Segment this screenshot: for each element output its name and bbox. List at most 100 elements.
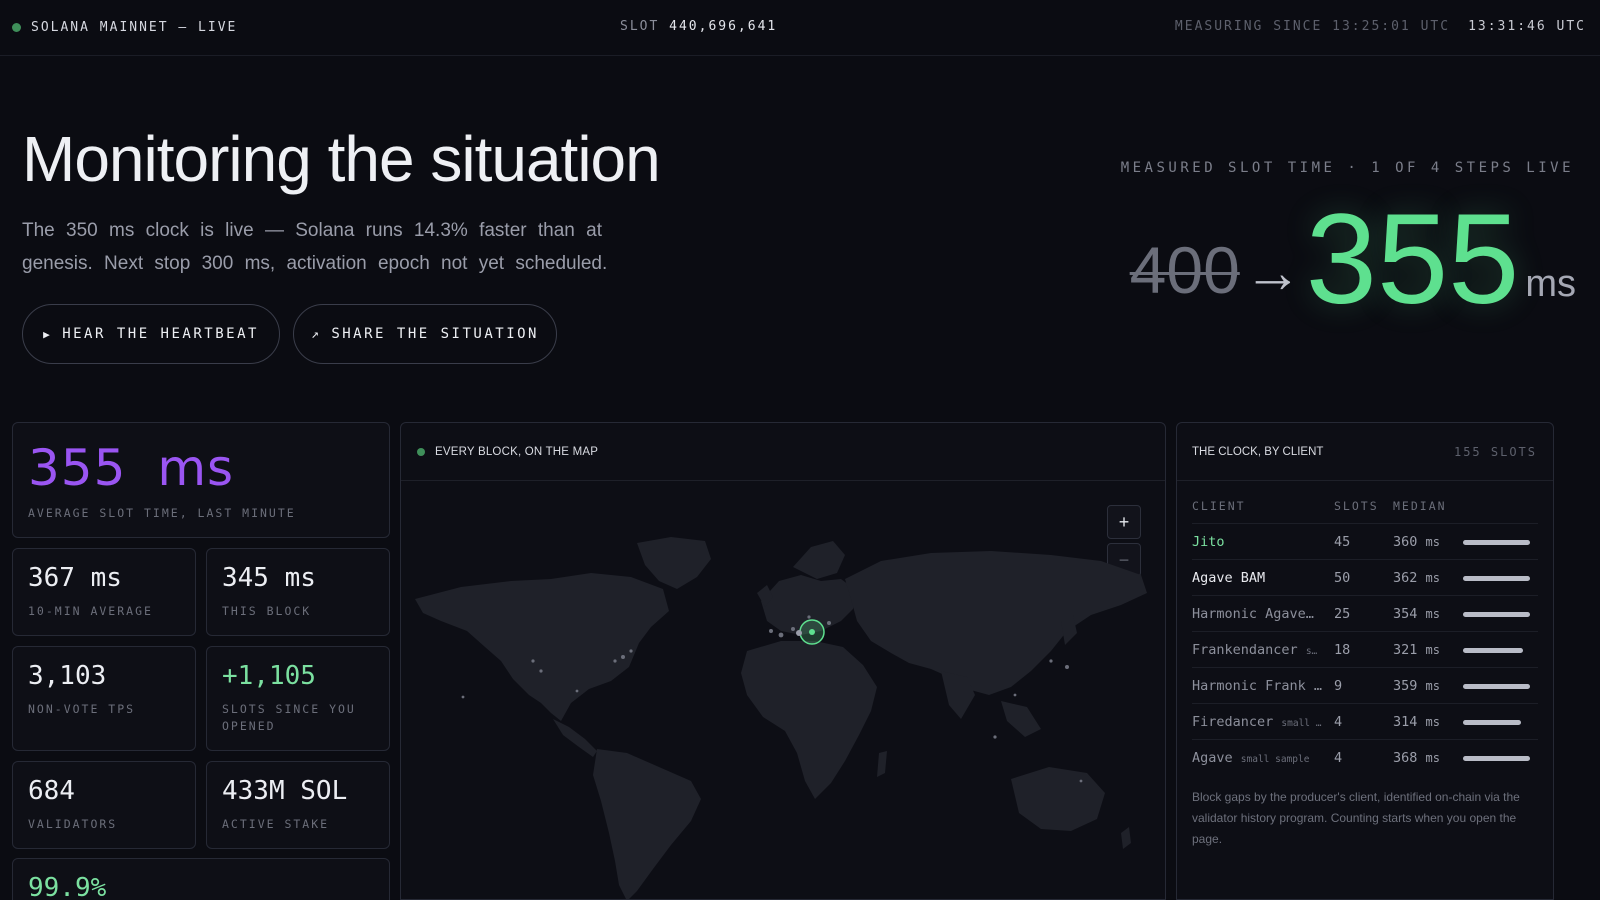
median-unit: ms — [1425, 571, 1440, 585]
client-name: Harmonic Frank … — [1192, 678, 1322, 694]
client-slots: 4 — [1334, 714, 1343, 730]
client-median: 354 ms — [1393, 606, 1440, 622]
node-dot — [1079, 779, 1083, 783]
slot-time-unit: ms — [1525, 263, 1576, 305]
median-value: 321 — [1393, 642, 1418, 658]
active-block-core — [809, 629, 815, 635]
client-tag: small sample — [1240, 754, 1310, 765]
median-bar — [1463, 576, 1530, 581]
node-dot — [531, 659, 535, 663]
top-bar: SOLANA MAINNET — LIVE SLOT 440,696,641 M… — [0, 0, 1600, 56]
client-row[interactable]: Agave BAM 50 362 ms — [1192, 559, 1538, 595]
greenland-landmass — [637, 537, 711, 589]
hero-subtitle: The 350 ms clock is live — Solana runs 1… — [22, 220, 608, 274]
stat-card: 3,103 NON-VOTE TPS — [12, 646, 196, 751]
stat-card-partial: 99.9% — [12, 858, 390, 900]
hear-heartbeat-label: HEAR THE HEARTBEAT — [62, 326, 259, 342]
median-unit: ms — [1425, 535, 1440, 549]
column-header-slots: SLOTS — [1334, 499, 1379, 513]
client-median: 360 ms — [1393, 534, 1440, 550]
south-america-landmass — [593, 749, 701, 899]
network-status: SOLANA MAINNET — LIVE — [12, 20, 237, 35]
stat-value: 433M SOL — [222, 776, 348, 806]
madagascar-landmass — [877, 751, 887, 777]
node-dot — [796, 630, 802, 636]
play-icon: ▶ — [43, 327, 53, 341]
live-status-dot — [12, 23, 21, 32]
measured-slot-label: MEASURED SLOT TIME · 1 OF 4 STEPS LIVE — [1120, 160, 1574, 176]
stat-label: ACTIVE STAKE — [222, 817, 330, 831]
scandinavia-landmass — [793, 541, 845, 579]
median-unit: ms — [1425, 679, 1440, 693]
median-bar — [1463, 756, 1530, 761]
world-map[interactable] — [401, 481, 1166, 900]
client-clock-panel: THE CLOCK, BY CLIENT 155 SLOTS CLIENT SL… — [1176, 422, 1554, 900]
client-panel-title: THE CLOCK, BY CLIENT — [1192, 445, 1324, 458]
median-bar — [1463, 540, 1530, 545]
map-status-dot — [417, 447, 425, 456]
node-dot — [1013, 693, 1017, 697]
node-dot — [827, 621, 831, 625]
map-title: EVERY BLOCK, ON THE MAP — [435, 445, 599, 458]
client-median: 321 ms — [1393, 642, 1440, 658]
node-dot — [1049, 659, 1053, 663]
client-tag: small … — [1281, 718, 1322, 729]
client-name-cell: Firedancer small … — [1192, 714, 1322, 730]
median-value: 368 — [1393, 750, 1418, 766]
node-dot — [613, 659, 617, 663]
avg-slot-time-card: 355 ms AVERAGE SLOT TIME, LAST MINUTE — [12, 422, 390, 538]
client-tag: s… — [1305, 646, 1318, 657]
network-label: SOLANA MAINNET — LIVE — [31, 20, 238, 35]
client-name-cell: Agave BAM — [1192, 570, 1322, 586]
client-row[interactable]: Firedancer small … 4 314 ms — [1192, 703, 1538, 739]
client-name: Frankendancer — [1192, 642, 1298, 658]
client-slots: 25 — [1334, 606, 1351, 622]
asia-landmass — [845, 551, 1147, 695]
stat-label: NON-VOTE TPS — [28, 702, 136, 716]
measuring-since: MEASURING SINCE 13:25:01 UTC — [1174, 19, 1451, 34]
north-america-landmass — [415, 573, 669, 721]
arrow-right-icon: → — [1243, 240, 1302, 305]
node-dot — [791, 627, 795, 631]
median-value: 359 — [1393, 678, 1418, 694]
client-row[interactable]: Frankendancer s… 18 321 ms — [1192, 631, 1538, 667]
hear-heartbeat-button[interactable]: ▶ HEAR THE HEARTBEAT — [22, 304, 280, 364]
client-name: Jito — [1192, 534, 1225, 550]
client-name-cell: Harmonic Frank … — [1192, 678, 1322, 694]
median-unit: ms — [1425, 715, 1440, 729]
client-row[interactable]: Harmonic Agave… 25 354 ms — [1192, 595, 1538, 631]
node-dot — [769, 629, 773, 633]
node-dot — [539, 669, 543, 673]
client-name: Harmonic Agave… — [1192, 606, 1314, 622]
median-value: 360 — [1393, 534, 1418, 550]
client-median: 314 ms — [1393, 714, 1440, 730]
slot-time-display: 400 → 355 ms — [1130, 196, 1576, 324]
client-row[interactable]: Jito 45 360 ms — [1192, 523, 1538, 559]
column-header-median: MEDIAN — [1393, 499, 1447, 513]
stat-card: 345 ms THIS BLOCK — [206, 548, 390, 636]
share-situation-button[interactable]: ↗ SHARE THE SITUATION — [293, 304, 557, 364]
client-median: 359 ms — [1393, 678, 1440, 694]
client-row[interactable]: Agave small sample 4 368 ms — [1192, 739, 1538, 775]
client-name: Firedancer — [1192, 714, 1274, 730]
client-name-cell: Agave small sample — [1192, 750, 1322, 766]
slot-label: SLOT — [620, 19, 660, 34]
median-value: 314 — [1393, 714, 1418, 730]
new-zealand-landmass — [1121, 827, 1131, 849]
node-dot — [778, 632, 784, 638]
africa-landmass — [741, 641, 877, 799]
utc-clock: 13:31:46 UTC — [1468, 19, 1586, 34]
stat-value: 99.9% — [28, 873, 107, 900]
southeast-asia-landmass — [1001, 701, 1041, 737]
stat-label: THIS BLOCK — [222, 604, 312, 618]
median-bar — [1463, 720, 1521, 725]
column-header-client: CLIENT — [1192, 499, 1246, 513]
client-median: 362 ms — [1393, 570, 1440, 586]
stat-label: SLOTS SINCE YOU OPENED — [222, 702, 356, 733]
client-name: Agave — [1192, 750, 1233, 766]
client-name-cell: Frankendancer s… — [1192, 642, 1322, 658]
slot-value: 440,696,641 — [669, 19, 778, 34]
new-slot-time: 355 — [1305, 188, 1520, 331]
client-row[interactable]: Harmonic Frank … 9 359 ms — [1192, 667, 1538, 703]
median-bar — [1463, 684, 1530, 689]
